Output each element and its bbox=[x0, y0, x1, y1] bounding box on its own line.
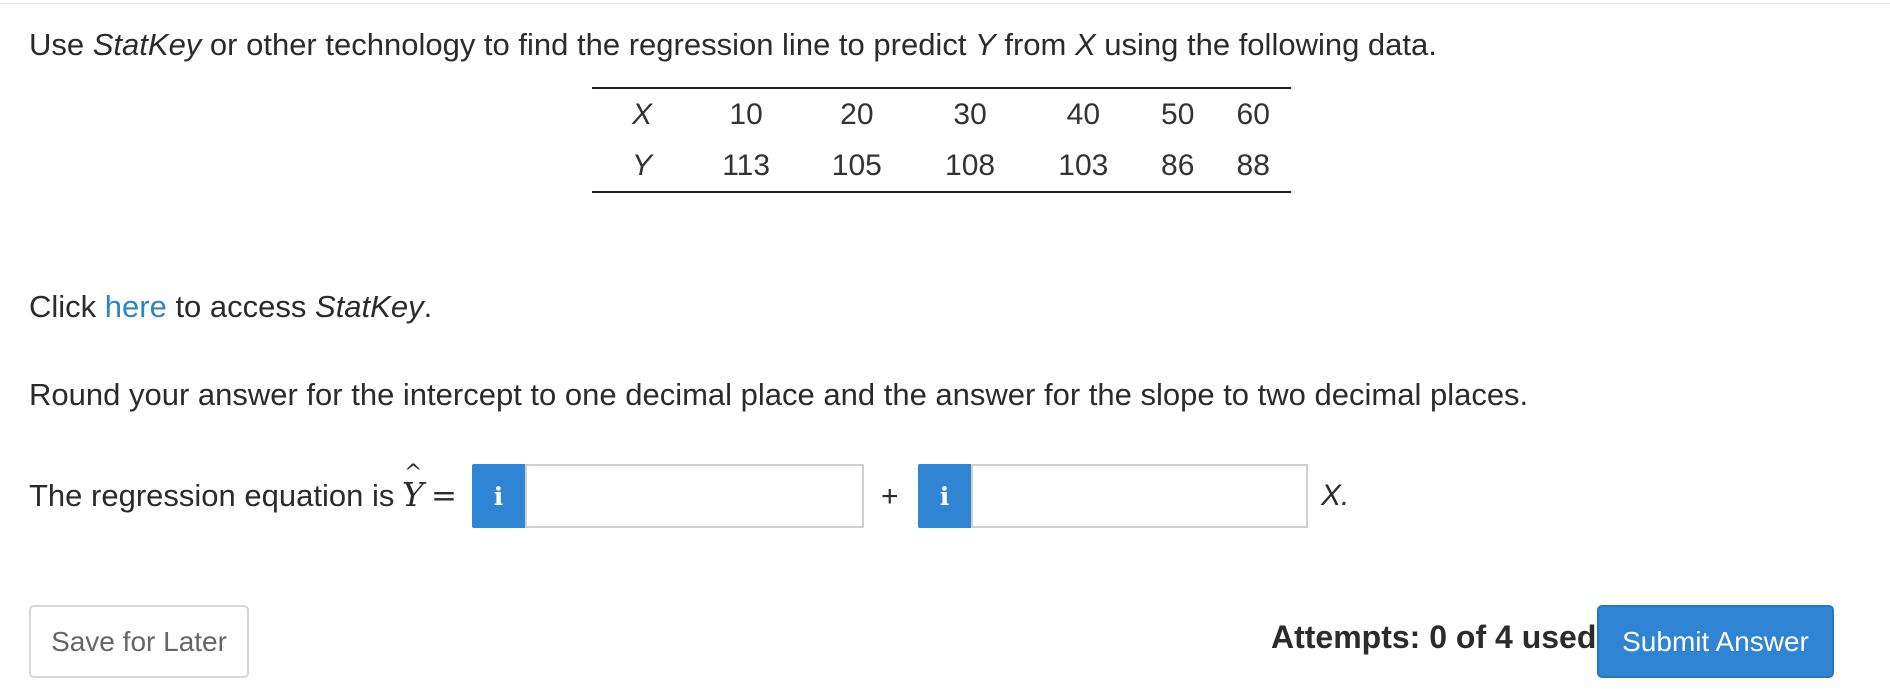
table-row-label: X bbox=[631, 97, 652, 131]
table-row-label: Y bbox=[631, 148, 652, 182]
top-divider bbox=[0, 3, 1890, 4]
intercept-input[interactable] bbox=[525, 464, 864, 528]
submit-answer-button[interactable]: Submit Answer bbox=[1597, 605, 1834, 678]
rounding-instructions: Round your answer for the intercept to o… bbox=[29, 377, 1529, 412]
table-cell: 60 bbox=[1236, 97, 1270, 131]
data-table: X 10 20 30 40 50 60 Y 113 105 108 103 86… bbox=[592, 87, 1291, 193]
table-cell: 105 bbox=[831, 148, 882, 182]
y-variable: Y bbox=[975, 27, 996, 62]
table-cell: 103 bbox=[1058, 148, 1109, 182]
x-term: X. bbox=[1321, 479, 1350, 512]
statkey-link[interactable]: here bbox=[105, 289, 167, 324]
statkey-term: StatKey bbox=[92, 27, 202, 62]
statkey-access-suffix: . bbox=[423, 289, 433, 324]
x-variable: X bbox=[1074, 27, 1096, 62]
question-text-part: using the following data. bbox=[1095, 27, 1437, 62]
table-cell: 86 bbox=[1161, 148, 1195, 182]
table-cell: 113 bbox=[722, 148, 771, 182]
statkey-term: StatKey bbox=[315, 289, 424, 324]
table-cell: 108 bbox=[945, 148, 996, 182]
statkey-access-middle: to access bbox=[166, 289, 316, 324]
question-text-part: or other technology to find the regressi… bbox=[201, 27, 976, 62]
table-cell: 20 bbox=[840, 97, 874, 131]
question-text-part: Use bbox=[29, 27, 93, 62]
statkey-access-text: Click here to access StatKey. bbox=[29, 286, 432, 328]
attempts-counter: Attempts: 0 of 4 used bbox=[1271, 619, 1597, 655]
table-cell: 30 bbox=[953, 97, 987, 131]
table-row-x: X 10 20 30 40 50 60 bbox=[592, 88, 1291, 140]
table-cell: 40 bbox=[1066, 97, 1101, 131]
slope-input[interactable] bbox=[971, 464, 1308, 528]
intercept-info-icon[interactable]: i bbox=[472, 464, 525, 528]
table-cell: 10 bbox=[729, 97, 763, 131]
statkey-access-prefix: Click bbox=[29, 289, 105, 324]
equation-label: The regression equation is bbox=[29, 478, 395, 513]
y-hat-symbol: ^ Y bbox=[400, 463, 426, 515]
question-text-part: from bbox=[995, 27, 1075, 62]
table-cell: 88 bbox=[1236, 148, 1270, 182]
save-for-later-button[interactable]: Save for Later bbox=[29, 605, 249, 678]
slope-info-icon[interactable]: i bbox=[918, 464, 971, 528]
table-row-y: Y 113 105 108 103 86 88 bbox=[592, 140, 1291, 192]
y-hat-letter: Y bbox=[402, 475, 424, 514]
question-text: Use StatKey or other technology to find … bbox=[29, 24, 1437, 66]
plus-sign: + bbox=[881, 480, 899, 513]
equals-sign: = bbox=[431, 478, 457, 514]
table-cell: 50 bbox=[1161, 97, 1195, 131]
